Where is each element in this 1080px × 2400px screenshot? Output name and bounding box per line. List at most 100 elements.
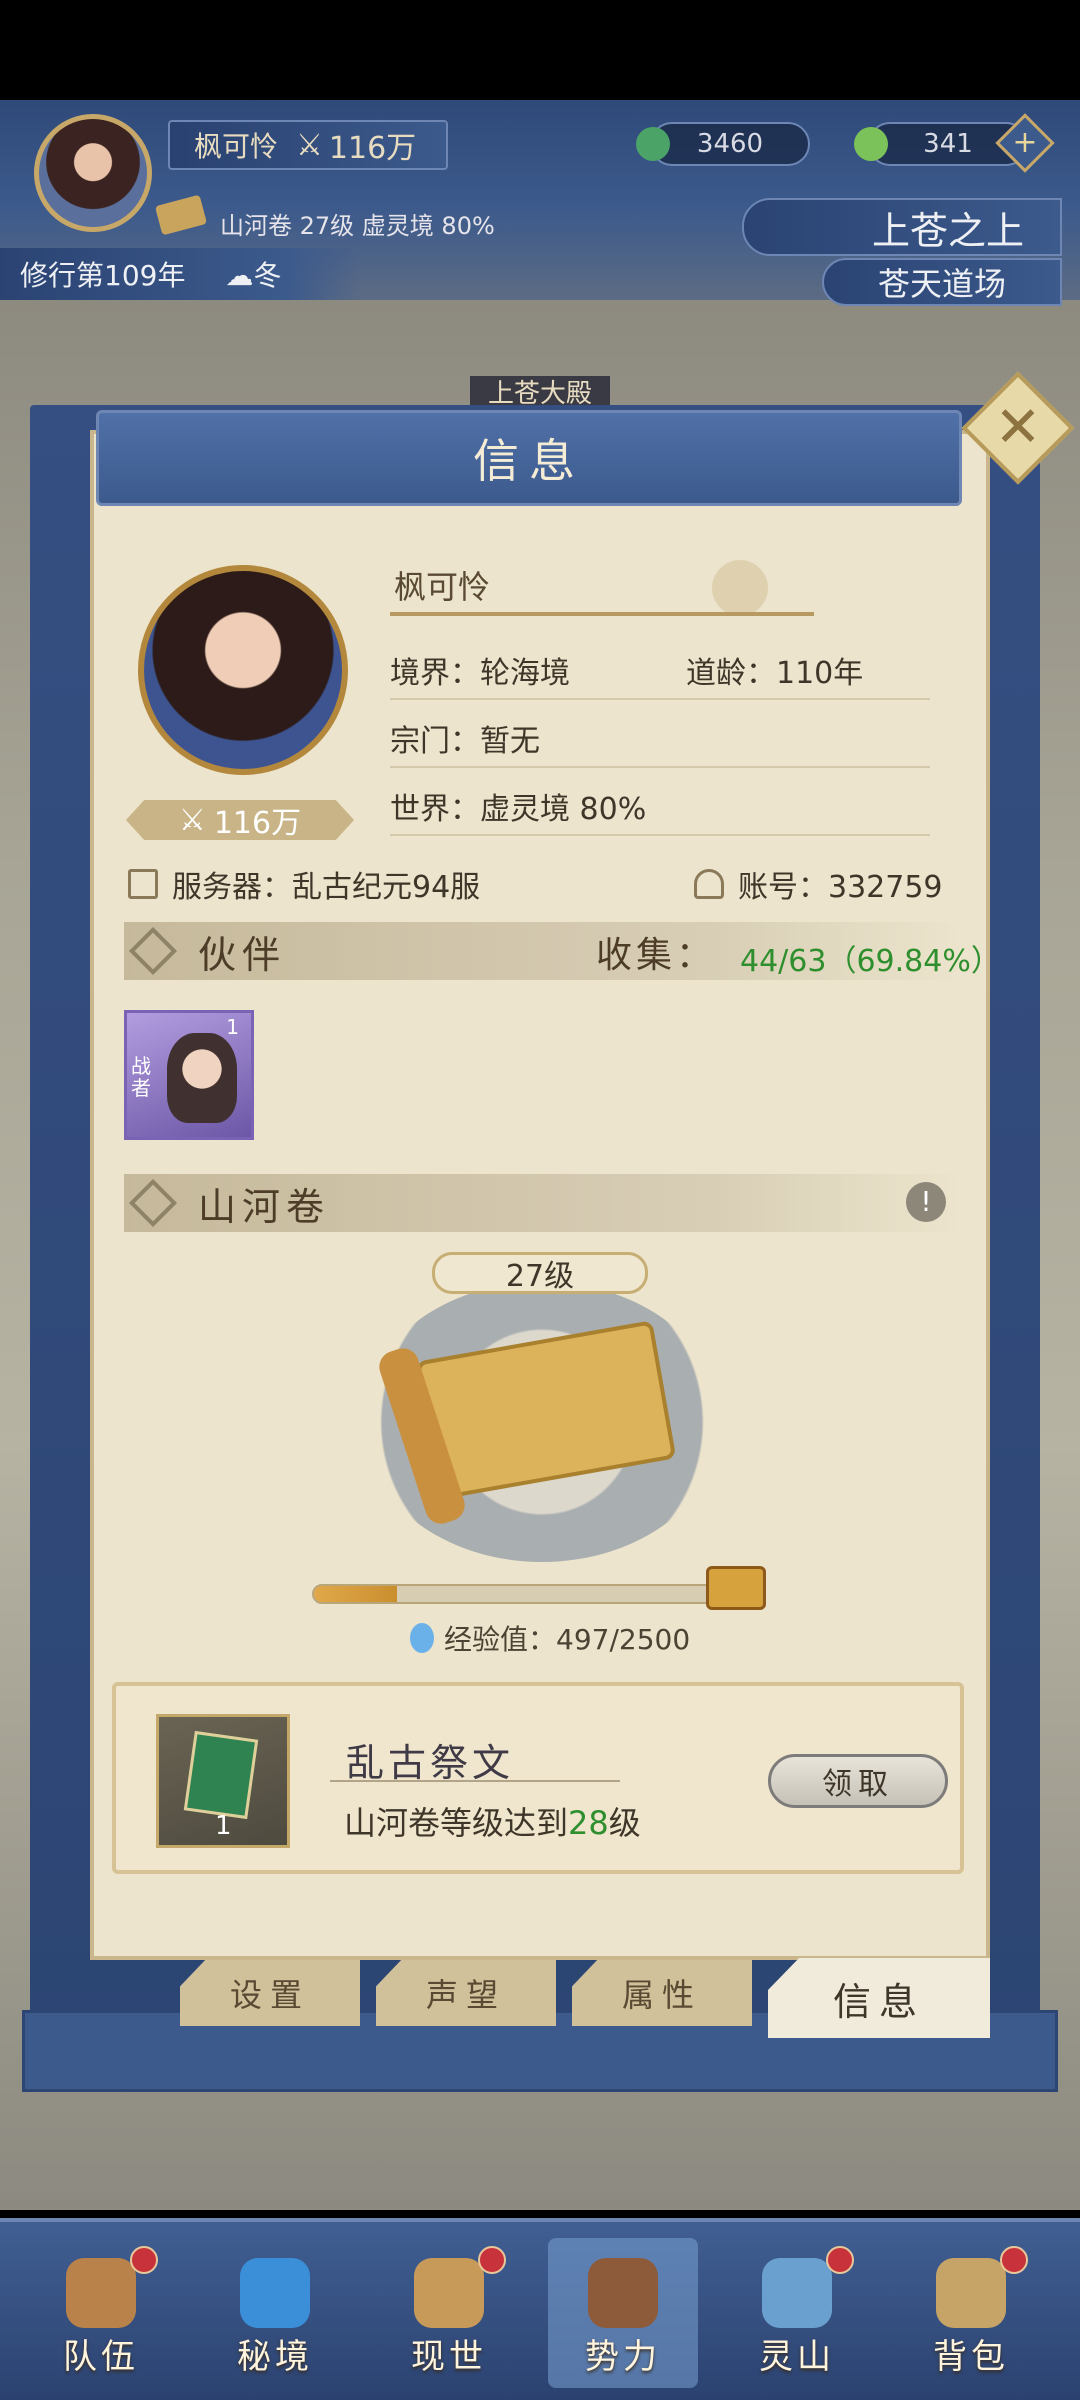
reward-divider <box>330 1780 620 1782</box>
partner-class: 战者 <box>131 1054 151 1100</box>
secret-realm-icon <box>240 2258 310 2328</box>
profile-portrait[interactable] <box>138 565 348 775</box>
power-display: ⚔ 116万 <box>296 123 416 167</box>
profile-name: 枫可怜 <box>394 568 491 606</box>
profile-age: 道龄：110年 <box>686 656 864 691</box>
location-main-label: 上苍之上 <box>871 208 1024 253</box>
nav-spirit-mountain[interactable]: 灵山 <box>722 2238 872 2388</box>
account-label: 账号：332759 <box>738 870 943 905</box>
nav-faction[interactable]: 势力 <box>548 2238 698 2388</box>
faction-icon <box>588 2258 658 2328</box>
diamond-icon <box>128 926 178 976</box>
location-main[interactable]: 上苍之上 <box>742 198 1062 256</box>
season-display: ☁冬 <box>225 259 282 292</box>
xp-label: 经验值：497/2500 <box>444 1623 691 1656</box>
profile-power-tag: ⚔ 116万 <box>126 800 354 840</box>
diamond-icon <box>128 1178 178 1228</box>
rename-brush-icon[interactable] <box>712 560 768 616</box>
partner-level: 1 <box>226 1015 239 1039</box>
power-icon: ⚔ <box>296 127 323 163</box>
player-avatar[interactable] <box>34 114 152 232</box>
scroll-status: 山河卷 27级 虚灵境 80% <box>220 212 495 240</box>
profile-world: 世界：虚灵境 80% <box>390 792 647 827</box>
partner-portrait <box>167 1033 237 1123</box>
player-name-bar: 枫可怜 ⚔ 116万 <box>168 120 448 170</box>
nav-secret-realm[interactable]: 秘境 <box>200 2238 350 2388</box>
nav-label: 势力 <box>585 2337 661 2377</box>
reward-desc-prefix: 山河卷等级达到 <box>344 1804 569 1842</box>
account-info: 账号：332759 <box>694 862 943 906</box>
nav-label: 秘境 <box>237 2337 313 2377</box>
cultivation-bar: 修行第109年 ☁冬 <box>0 248 360 300</box>
location-sub[interactable]: 苍天道场 <box>822 258 1062 306</box>
reward-item[interactable]: 1 <box>156 1714 290 1848</box>
player-name: 枫可怜 <box>194 130 279 163</box>
plus-icon: + <box>1012 125 1038 160</box>
cultivation-year: 修行第109年 <box>20 259 186 292</box>
jade-value: 3460 <box>696 129 764 159</box>
power-value: 116万 <box>328 131 417 166</box>
collect-value: 44/63（69.84%） <box>740 944 1001 979</box>
server-icon <box>128 869 158 899</box>
scroll-title: 山河卷 <box>198 1184 331 1229</box>
nav-label: 现世 <box>411 2337 487 2377</box>
reward-count: 1 <box>215 1811 232 1841</box>
tab-info[interactable]: 信息 <box>768 1958 990 2038</box>
row-divider <box>390 698 930 700</box>
scroll-help-icon[interactable]: ! <box>906 1182 946 1222</box>
notification-dot <box>826 2246 854 2274</box>
profile-power: 116万 <box>213 806 302 841</box>
team-icon <box>66 2258 136 2328</box>
scroll-level: 27级 <box>432 1252 648 1294</box>
panel-title: 信息 <box>96 410 962 506</box>
partners-title: 伙伴 <box>198 932 287 977</box>
spirit-value: 341 <box>923 129 973 159</box>
spirit-icon <box>854 127 888 161</box>
power-icon: ⚔ <box>178 802 206 838</box>
nav-team[interactable]: 队伍 <box>26 2238 176 2388</box>
profile-sect: 宗门：暂无 <box>390 724 540 759</box>
nav-world[interactable]: 现世 <box>374 2238 524 2388</box>
treasure-chest-icon[interactable] <box>706 1566 766 1610</box>
season-label: 冬 <box>253 259 282 292</box>
profile-realm: 境界：轮海境 <box>390 656 570 691</box>
claim-button[interactable]: 领取 <box>768 1754 948 1808</box>
xp-progress-fill <box>314 1586 398 1602</box>
xp-progress-bar <box>312 1584 732 1604</box>
scroll-section-header: 山河卷 <box>124 1174 964 1232</box>
flame-icon <box>410 1623 434 1653</box>
server-info: 服务器：乱古纪元94服 <box>128 862 480 906</box>
xp-display: 经验值：497/2500 <box>410 1618 690 1658</box>
partner-card[interactable]: 1 战者 <box>124 1010 254 1140</box>
tab-reputation[interactable]: 声望 <box>376 1960 556 2026</box>
jade-resource[interactable]: 3460 <box>636 122 810 166</box>
backpack-icon <box>936 2258 1006 2328</box>
close-icon: ✕ <box>994 395 1042 460</box>
system-status-bar <box>0 0 1080 100</box>
book-icon <box>183 1730 259 1820</box>
panel-tabs: 设置 声望 属性 信息 <box>170 1958 990 2038</box>
location-sub-label: 苍天道场 <box>877 265 1006 303</box>
name-underline <box>390 612 814 616</box>
notification-dot <box>478 2246 506 2274</box>
reward-title: 乱古祭文 <box>346 1741 515 1785</box>
server-label: 服务器：乱古纪元94服 <box>172 870 481 905</box>
nav-label: 队伍 <box>63 2337 139 2377</box>
reward-description: 山河卷等级达到28级 <box>344 1798 641 1844</box>
nav-label: 灵山 <box>759 2337 835 2377</box>
nav-label: 背包 <box>933 2337 1009 2377</box>
tab-attributes[interactable]: 属性 <box>572 1960 752 2026</box>
reward-desc-level: 28 <box>568 1804 609 1842</box>
jade-icon <box>636 127 670 161</box>
tab-settings[interactable]: 设置 <box>180 1960 360 2026</box>
world-icon <box>414 2258 484 2328</box>
bottom-navigation: 队伍 秘境 现世 势力 灵山 背包 <box>0 2218 1080 2400</box>
nav-backpack[interactable]: 背包 <box>896 2238 1046 2388</box>
mountain-icon <box>762 2258 832 2328</box>
reward-desc-suffix: 级 <box>608 1804 641 1842</box>
account-icon <box>694 869 724 899</box>
row-divider <box>390 766 930 768</box>
notification-dot <box>1000 2246 1028 2274</box>
collect-label: 收集： <box>596 935 717 976</box>
notification-dot <box>130 2246 158 2274</box>
